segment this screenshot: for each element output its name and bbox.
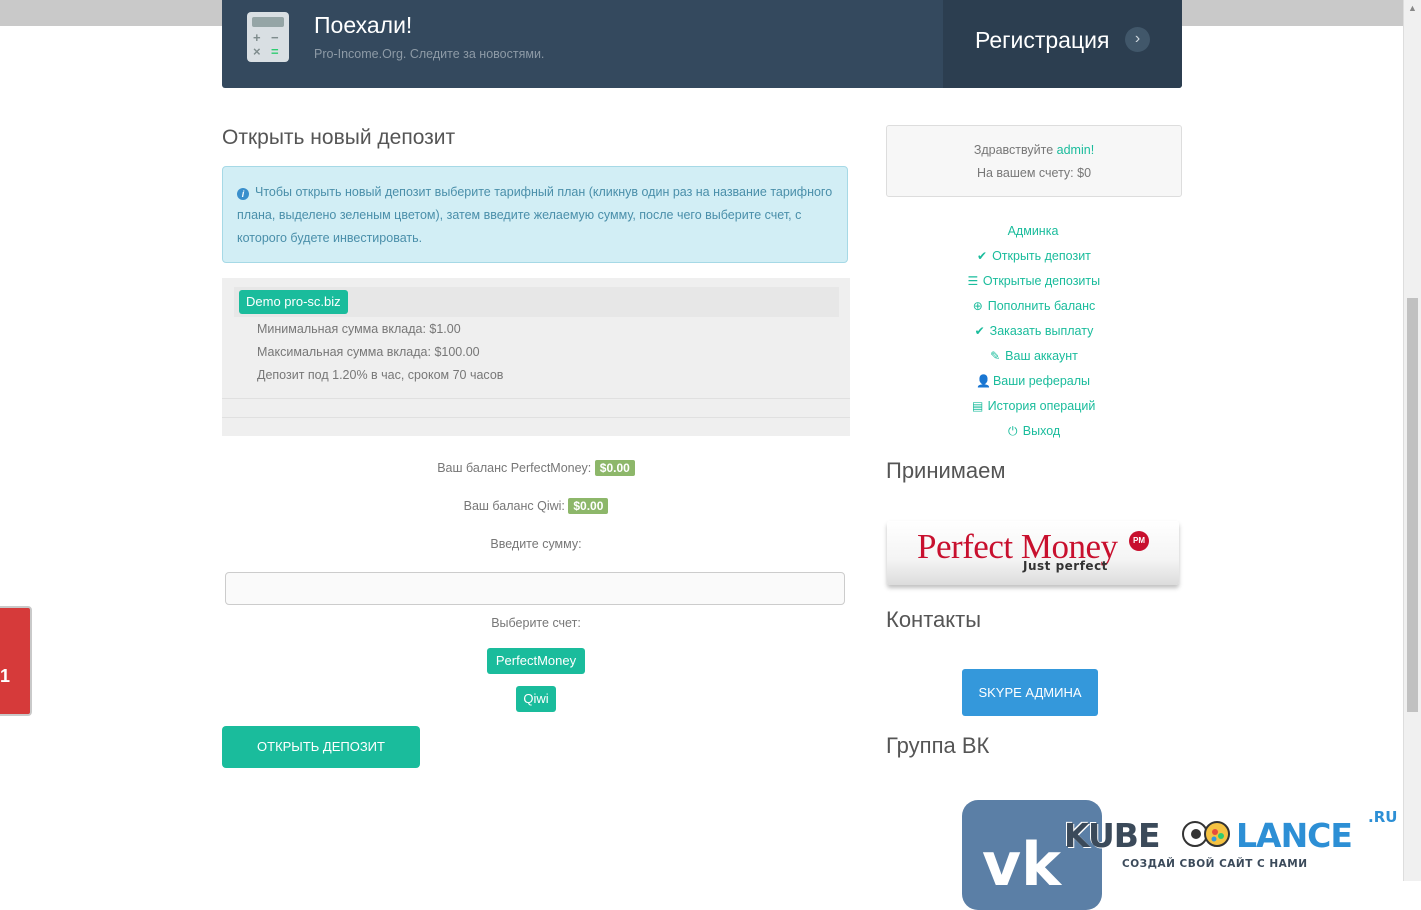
greeting-line: Здравствуйте admin! xyxy=(887,143,1181,157)
watermark-kube: KUBE xyxy=(1064,816,1160,855)
balance-qiwi-value: $0.00 xyxy=(568,498,609,514)
menu-label[interactable]: История операций xyxy=(988,399,1096,413)
menu-label[interactable]: Пополнить баланс xyxy=(988,299,1096,313)
balance-qiwi-label: Ваш баланс Qiwi: xyxy=(463,499,565,513)
register-link[interactable]: Регистрация › xyxy=(943,0,1182,88)
watermark-lance: LANCE xyxy=(1236,816,1353,855)
contacts-title: Контакты xyxy=(886,607,982,632)
sidebar-item-top-up[interactable]: ⊕ Пополнить баланс xyxy=(886,296,1180,321)
welcome-panel: Здравствуйте admin! На вашем счету: $0 xyxy=(886,125,1182,197)
divider xyxy=(222,398,850,399)
list-icon: ☰ xyxy=(967,274,979,288)
sidebar-item-referrals[interactable]: 👤 Ваши рефералы xyxy=(886,371,1180,396)
sidebar-item-admin[interactable]: Админка xyxy=(886,221,1180,246)
header-subtitle: Pro-Income.Org. Следите за новостями. xyxy=(314,47,545,61)
menu-label[interactable]: Ваши рефералы xyxy=(993,374,1090,388)
scroll-thumb[interactable] xyxy=(1407,298,1418,712)
plan-max: Максимальная сумма вклада: $100.00 xyxy=(257,345,480,359)
power-icon: ⏻ xyxy=(1008,424,1018,438)
chevron-right-icon[interactable]: › xyxy=(1125,27,1150,52)
menu-label[interactable]: Ваш аккаунт xyxy=(1005,349,1078,363)
account-qiwi-button[interactable]: Qiwi xyxy=(516,686,556,712)
info-text: Чтобы открыть новый депозит выберите тар… xyxy=(237,185,833,245)
menu-label[interactable]: Админка xyxy=(1008,224,1059,238)
mascot-icon xyxy=(1182,821,1230,847)
check-circle-icon: ✔ xyxy=(974,324,985,338)
plan-terms: Депозит под 1.20% в час, сроком 70 часов xyxy=(257,368,504,382)
skype-admin-button[interactable]: SKYPE АДМИНА xyxy=(962,669,1098,716)
plan-card: Demo pro-sc.biz Минимальная сумма вклада… xyxy=(222,278,850,436)
user-icon: 👤 xyxy=(975,374,991,388)
sidebar-item-open-deposit[interactable]: ✔ Открыть депозит xyxy=(886,246,1180,271)
account-perfectmoney-button[interactable]: PerfectMoney xyxy=(487,648,585,674)
calculator-icon: + − × = xyxy=(247,12,289,62)
sidebar-item-account[interactable]: ✎ Ваш аккаунт xyxy=(886,346,1180,371)
side-feedback-tab[interactable]: 1 xyxy=(0,606,32,716)
balance-pm-value: $0.00 xyxy=(594,460,635,476)
sidebar-item-withdraw[interactable]: ✔ Заказать выплату xyxy=(886,321,1180,346)
sidebar-item-open-deposits[interactable]: ☰ Открытые депозиты xyxy=(886,271,1180,296)
info-icon: i xyxy=(237,188,249,200)
menu-label[interactable]: Заказать выплату xyxy=(990,324,1094,338)
amount-label: Введите сумму: xyxy=(490,537,582,551)
watermark-tagline: СОЗДАЙ СВОЙ САЙТ С НАМИ xyxy=(1122,858,1308,870)
amount-input[interactable] xyxy=(225,572,845,605)
perfect-money-logo[interactable]: Perfect Money Just perfect PM xyxy=(887,521,1179,585)
header-title: Поехали! xyxy=(314,12,413,38)
accept-title: Принимаем xyxy=(886,458,1006,483)
vk-letters: vk xyxy=(982,830,1062,900)
account-label: Выберите счет: xyxy=(491,616,581,630)
menu-label[interactable]: Открытые депозиты xyxy=(983,274,1100,288)
plan-min: Минимальная сумма вклада: $1.00 xyxy=(257,322,461,336)
username: admin! xyxy=(1056,143,1095,157)
sidebar-menu: Админка ✔ Открыть депозит ☰ Открытые депоз… xyxy=(886,221,1180,446)
info-alert: i Чтобы открыть новый депозит выберите та… xyxy=(222,166,848,263)
plan-name-button[interactable]: Demo pro-sc.biz xyxy=(239,290,348,314)
plus-circle-icon: ⊕ xyxy=(972,299,983,313)
page-title: Открыть новый депозит xyxy=(222,126,456,149)
sidebar-item-logout[interactable]: ⏻ Выход xyxy=(886,421,1180,446)
vertical-scrollbar[interactable]: ▲ xyxy=(1403,0,1421,881)
pencil-icon: ✎ xyxy=(990,349,1001,363)
check-icon: ✔ xyxy=(977,249,988,263)
side-tab-number: 1 xyxy=(0,666,11,686)
site-header: + − × = Поехали! Pro-Income.Org. Следите… xyxy=(222,0,1182,88)
kubelance-watermark: KUBE LANCE .RU СОЗДАЙ СВОЙ САЙТ С НАМИ xyxy=(1064,808,1404,878)
pm-logo-badge: PM xyxy=(1129,531,1149,551)
divider xyxy=(222,417,850,418)
sidebar-item-history[interactable]: ▤ История операций xyxy=(886,396,1180,421)
calendar-icon: ▤ xyxy=(972,399,984,413)
watermark-ru: .RU xyxy=(1368,808,1398,826)
open-deposit-button[interactable]: ОТКРЫТЬ ДЕПОЗИТ xyxy=(222,726,420,768)
menu-label[interactable]: Выход xyxy=(1023,424,1060,438)
balance-pm-label: Ваш баланс PerfectMoney: xyxy=(437,461,592,475)
account-balance: На вашем счету: $0 xyxy=(976,166,1092,180)
balance-qiwi-row: Ваш баланс Qiwi: $0.00 xyxy=(222,498,850,514)
scroll-up-icon[interactable]: ▲ xyxy=(1404,0,1421,17)
vk-title: Группа ВК xyxy=(886,733,990,758)
balance-pm-row: Ваш баланс PerfectMoney: $0.00 xyxy=(222,460,850,476)
greeting-text: Здравствуйте xyxy=(973,143,1057,157)
menu-label[interactable]: Открыть депозит xyxy=(992,249,1091,263)
register-label[interactable]: Регистрация xyxy=(975,27,1109,54)
pm-logo-sub: Just perfect xyxy=(1023,559,1108,573)
